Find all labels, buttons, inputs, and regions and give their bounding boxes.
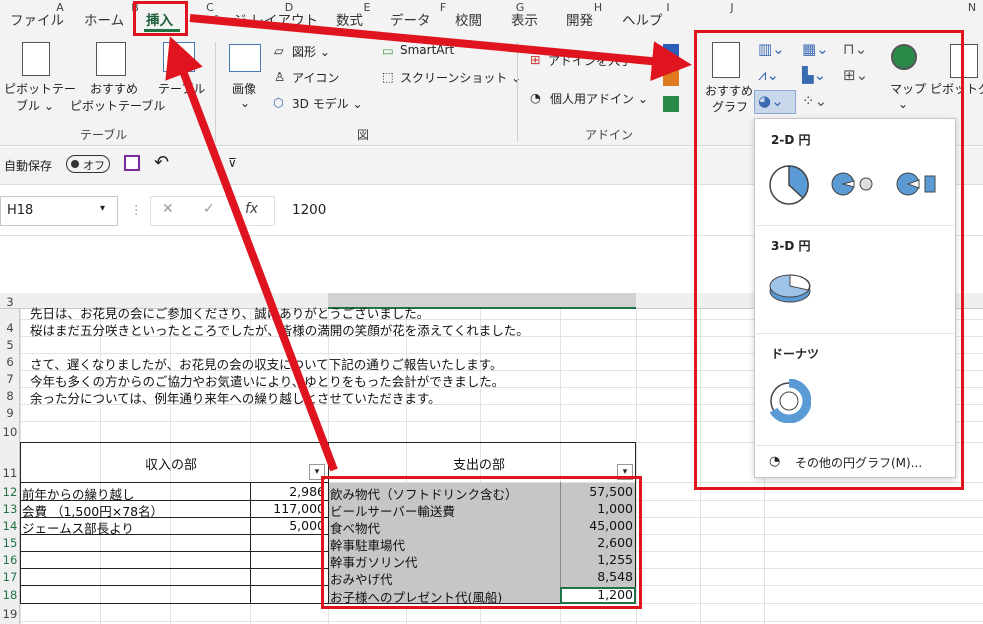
annotation-arrows	[165, 14, 692, 472]
